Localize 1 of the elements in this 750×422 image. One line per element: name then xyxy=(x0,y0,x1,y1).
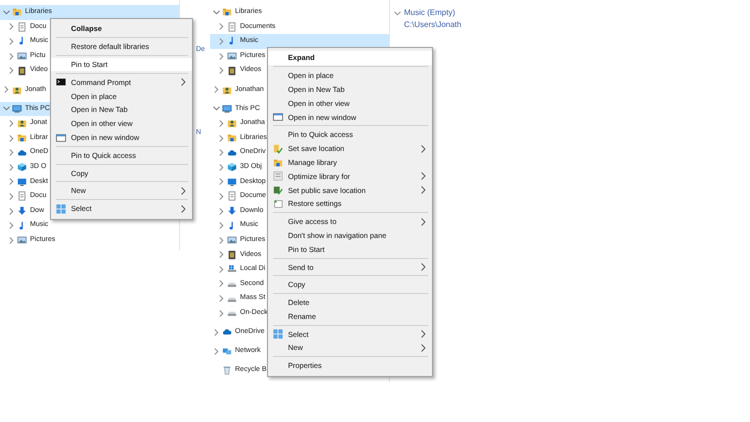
folder-path: C:\Users\Jonath xyxy=(404,19,462,31)
